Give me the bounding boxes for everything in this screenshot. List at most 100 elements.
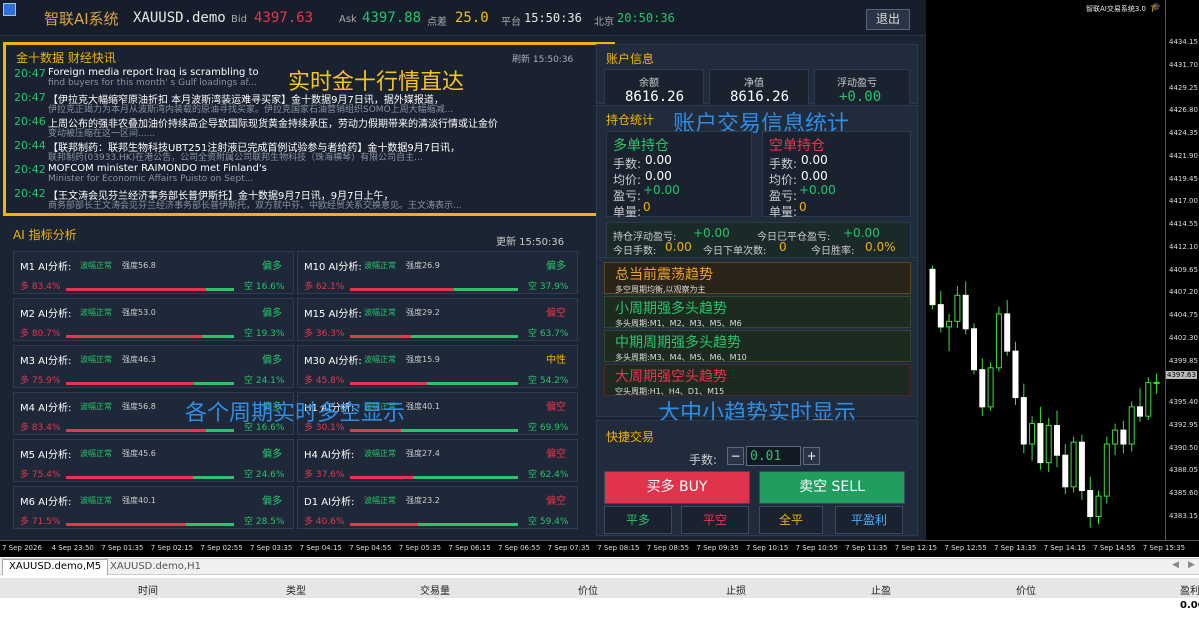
- price-tick-label: 4424.35: [1169, 129, 1198, 138]
- trend-box: 小周期强多头趋势 多头周期:M1、M2、M3、M5、M6: [604, 296, 911, 328]
- candle-body: [1078, 441, 1085, 492]
- ai-cell: M10 AI分析: 波幅正常 强度26.9 偏多多 62.1% 空 37.9%: [297, 251, 578, 294]
- ai-long-pct: 多 83.4%: [20, 423, 61, 433]
- news-subline: 商务部部长王文涛会见芬兰经济事务部长普伊斯托，双方就中芬、中欧经贸关系交换意见。…: [48, 201, 462, 211]
- bid-value: 4397.63: [254, 10, 314, 26]
- buy-button[interactable]: 买多 BUY: [604, 471, 750, 504]
- candle-body: [1062, 454, 1069, 488]
- price-tick-label: 4404.75: [1169, 311, 1198, 320]
- ai-timeframe: H4 AI分析:: [304, 450, 355, 461]
- ai-long-pct: 多 83.4%: [20, 282, 61, 292]
- ai-bias: 偏空: [546, 402, 566, 413]
- ai-long-bar: [66, 288, 206, 291]
- trend-title: 大周期强空头趋势: [615, 369, 727, 385]
- candle-body: [929, 268, 936, 306]
- spread-value: 25.0: [455, 10, 489, 26]
- account-title: 账户信息: [606, 52, 655, 66]
- news-refresh-time: 刷新 15:50:36: [512, 55, 574, 65]
- col-volume[interactable]: 交易量: [420, 582, 450, 597]
- col-price[interactable]: 价位: [578, 582, 598, 597]
- long-count-label: 单量:: [613, 205, 642, 219]
- close-all-button[interactable]: 全平: [759, 506, 823, 534]
- candle-body: [937, 304, 944, 328]
- tab-xauusd-m5[interactable]: XAUUSD.demo,M5: [2, 559, 109, 575]
- trade-table-header: 时间 类型 交易量 价位 止损 止盈 价位 盈利: [0, 578, 1199, 598]
- ai-long-pct: 多 75.9%: [20, 376, 61, 386]
- ai-short-pct: 空 19.3%: [244, 329, 285, 339]
- spread-label: 点差: [427, 17, 447, 28]
- short-avg-value: 0.00: [801, 169, 828, 183]
- ai-long-pct: 多 75.4%: [20, 470, 61, 480]
- price-tick-label: 4434.15: [1169, 38, 1198, 46]
- lots-plus-button[interactable]: +: [803, 447, 820, 465]
- long-position-title: 多单持仓: [613, 138, 669, 154]
- price-tick-label: 4392.95: [1169, 420, 1198, 429]
- col-price-current[interactable]: 价位: [1016, 582, 1036, 597]
- close-long-button[interactable]: 平多: [604, 506, 672, 534]
- time-tick-label: 7 Sep 03:35: [250, 544, 293, 552]
- ask-value: 4397.88: [362, 10, 422, 26]
- sell-button[interactable]: 卖空 SELL: [759, 471, 905, 504]
- price-tick-label: 4412.10: [1169, 242, 1198, 251]
- ai-strength: 强度27.4: [406, 449, 440, 458]
- float-pnl-label: 浮动盈亏: [837, 78, 877, 89]
- equity-box: 净值 8616.26: [709, 69, 809, 106]
- news-time: 20:47: [14, 91, 46, 104]
- candle-body: [1145, 382, 1152, 417]
- col-type[interactable]: 类型: [286, 582, 306, 597]
- time-tick-label: 7 Sep 07:35: [547, 544, 590, 552]
- price-tick-label: 4409.65: [1169, 265, 1198, 274]
- ai-cell: M3 AI分析: 波幅正常 强度46.3 偏多多 75.9% 空 24.1%: [13, 345, 294, 388]
- lots-input[interactable]: [746, 446, 801, 466]
- ai-short-pct: 空 54.2%: [528, 376, 569, 386]
- close-profit-button[interactable]: 平盈利: [835, 506, 903, 534]
- exit-button[interactable]: 退出: [866, 9, 910, 30]
- top-bar: 智联AI系统 XAUUSD.demo Bid 4397.63 Ask 4397.…: [0, 0, 926, 36]
- candle-body: [1004, 313, 1011, 352]
- time-tick-label: 7 Sep 04:55: [349, 544, 392, 552]
- price-chart[interactable]: [926, 0, 1173, 540]
- long-avg-value: 0.00: [645, 169, 672, 183]
- tab-scroll-left-icon[interactable]: ◀: [1172, 560, 1179, 570]
- ai-short-bar: [202, 335, 234, 338]
- ai-long-bar: [350, 288, 454, 291]
- col-tp[interactable]: 止盈: [871, 582, 891, 597]
- ai-volatility: 波幅正常: [80, 355, 112, 364]
- price-tick-label: 4399.85: [1169, 356, 1198, 365]
- col-time[interactable]: 时间: [138, 582, 158, 597]
- lots-minus-button[interactable]: −: [727, 447, 744, 465]
- tab-xauusd-h1[interactable]: XAUUSD.demo,H1: [106, 560, 205, 573]
- app-root: { "colors":{"bg":"#1b2433","accent":"#f1…: [0, 0, 1199, 639]
- ai-bias: 偏多: [262, 496, 282, 507]
- ai-short-bar: [186, 523, 234, 526]
- ai-volatility: 波幅正常: [80, 402, 112, 411]
- news-time: 20:42: [14, 187, 46, 200]
- time-tick-label: 7 Sep 12:15: [894, 544, 938, 552]
- trend-subtitle: 多空周期均衡,以观察为主: [615, 285, 706, 294]
- candle-body: [971, 328, 977, 371]
- ai-long-pct: 多 40.6%: [304, 517, 345, 527]
- time-axis: 7 Sep 2026 4 Sep 23:50 7 Sep 01:35 7 Sep 02…: [0, 540, 1199, 557]
- news-headline: MOFCOM minister RAIMONDO met Finland's: [48, 163, 267, 174]
- close-short-button[interactable]: 平空: [681, 506, 749, 534]
- candle-body: [1137, 406, 1143, 417]
- ai-short-pct: 空 16.6%: [244, 282, 285, 292]
- ai-long-pct: 多 37.6%: [304, 470, 345, 480]
- col-profit[interactable]: 盈利: [1180, 582, 1199, 597]
- col-sl[interactable]: 止损: [726, 582, 746, 597]
- ai-volatility: 波幅正常: [364, 496, 396, 505]
- symbol-label: XAUUSD.demo: [133, 10, 226, 26]
- ai-short-bar: [401, 429, 518, 432]
- candle-body: [1020, 397, 1027, 445]
- news-panel: 金十数据 财经快讯 刷新 15:50:36 实时金十行情直达 20:47 Fore…: [3, 42, 615, 216]
- ai-short-bar: [427, 382, 518, 385]
- float-pnl-value: +0.00: [839, 89, 882, 105]
- ai-long-bar: [350, 429, 401, 432]
- ask-label: Ask: [339, 14, 357, 25]
- price-tick-label: 4419.45: [1169, 174, 1198, 183]
- ai-long-bar: [66, 523, 186, 526]
- tab-scroll-right-icon[interactable]: ▶: [1188, 560, 1195, 570]
- balance-label: 余额: [639, 78, 659, 89]
- stat-hands-label: 今日手数:: [613, 246, 657, 257]
- price-tick-label: 4429.25: [1169, 83, 1198, 92]
